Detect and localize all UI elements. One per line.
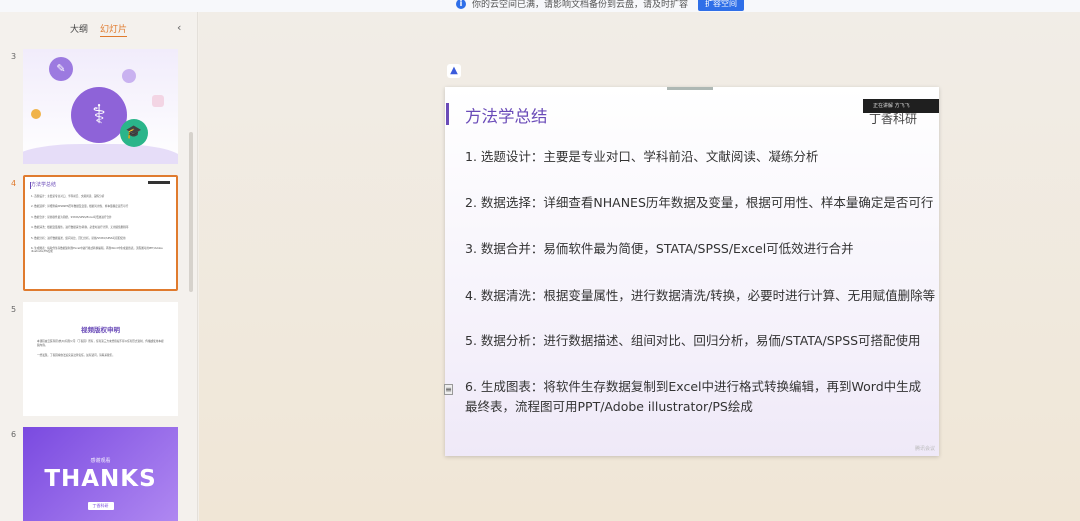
slide-number: 3 [11, 52, 17, 61]
title-accent [30, 182, 31, 189]
cloud-shape [23, 144, 178, 164]
magnifier-icon [122, 69, 136, 83]
thumb-subtitle: 感谢观看 [90, 458, 111, 464]
slide-thumbnail-3[interactable]: ✎ ⚕ 🎓 [23, 49, 178, 164]
thumb-line: 本课程由云医科研(杭州)有限公司（丁香园）所有，任何第三方未经授权不得以任何形式… [37, 340, 164, 347]
chevron-left-icon[interactable]: ‹ [177, 21, 181, 34]
slide-item: 2. 数据选择：详细查看NHANES历年数据及变量，根据可用性、样本量确定是否可… [465, 195, 934, 210]
slide-item: 4. 数据清洗：根据变量属性，进行数据清洗/转换，必要时进行计算、无用赋值删除等 [465, 288, 936, 303]
slide-item: 6. 生成图表：将软件生存数据复制到Excel中进行格式转换编辑，再到Word中… [465, 379, 922, 414]
slide-number: 6 [11, 430, 17, 439]
current-slide[interactable]: 方法学总结 正在讲解 方飞飞 丁香科研 1. 选题设计：主要是专业对口、学科前沿… [445, 87, 939, 456]
thumb-line: 6. 生成图表：将软件生存数据复制到Excel中进行格式转换编辑，再到Word中… [31, 247, 163, 254]
thanks-text: THANKS [44, 466, 157, 492]
expand-storage-button[interactable]: 扩容空间 [698, 0, 745, 11]
slide-thumbnail-6[interactable]: 感谢观看 THANKS 丁香科研 [23, 427, 178, 521]
notice-text: 你的云空间已满，请影响文档备份到云盘，请及时扩容 [472, 0, 689, 10]
watermark: 腾讯会议 [914, 446, 935, 452]
slide-thumbnail-4[interactable]: 方法学总结 1. 选题设计：主要是专业对口、学科前沿、文献阅读、凝练分析 2. … [23, 175, 178, 291]
slide-number: 4 [11, 179, 17, 188]
slide-thumbnail-5[interactable]: 视频版权申明 本课程由云医科研(杭州)有限公司（丁香园）所有，任何第三方未经授权… [23, 302, 178, 416]
slide-item: 1. 选题设计：主要是专业对口、学科前沿、文献阅读、凝练分析 [465, 149, 819, 164]
plus-icon [152, 95, 164, 107]
thumb-line: 1. 选题设计：主要是专业对口、学科前沿、文献阅读、凝练分析 [31, 195, 105, 198]
sidebar-tabs: 大纲 幻灯片 [70, 22, 128, 37]
thumb-line: 3. 数据合并：易侕软件最为简便，STATA/SPSS/Excel可低效进行合并 [31, 215, 112, 219]
stethoscope-icon: ⚕ [71, 87, 127, 143]
app-logo-icon: ▲ [447, 64, 461, 78]
tab-slides[interactable]: 幻灯片 [100, 22, 128, 37]
pen-icon: ✎ [49, 57, 73, 81]
sidebar-scrollbar[interactable] [189, 132, 193, 292]
slide-title: 方法学总结 [465, 107, 548, 126]
thumb-line: 4. 数据清洗：根据变量属性，进行数据清洗/转换，必要时进行计算、无用赋值删除等 [31, 226, 129, 230]
notice-bar: i 你的云空间已满，请影响文档备份到云盘，请及时扩容 扩容空间 [0, 0, 1080, 12]
thumb-line: 一经发现，丁香园将依法追究其法律责任。如有疑问，请联系我们。 [37, 354, 115, 357]
thumb-line: 5. 数据分析：进行数据描述、组间对比、回归分析，易侕/STATA/SPSS可搭… [31, 236, 126, 240]
slide-item: 5. 数据分析：进行数据描述、组间对比、回归分析，易侕/STATA/SPSS可搭… [465, 333, 921, 348]
slide-sidebar: 大纲 幻灯片 ‹ 3 ✎ ⚕ 🎓 4 方法学总结 1. 选题设计：主要是专业对口… [0, 12, 198, 521]
pill-icon [31, 109, 41, 119]
note-icon[interactable]: ≡ [444, 384, 453, 395]
presenter-badge [148, 181, 170, 184]
slide-item: 3. 数据合并：易侕软件最为简便，STATA/SPSS/Excel可低效进行合并 [465, 241, 854, 256]
tab-outline[interactable]: 大纲 [70, 22, 88, 37]
slide-number: 5 [11, 305, 17, 314]
slide-top-handle [667, 87, 713, 90]
brand-logo: 丁香科研 [869, 112, 918, 126]
brand-chip: 丁香科研 [87, 502, 114, 510]
info-icon: i [456, 0, 466, 9]
thumb-title: 视频版权申明 [81, 326, 120, 334]
graduation-cap-icon: 🎓 [120, 119, 148, 147]
title-accent [446, 103, 449, 125]
thumb-line: 2. 数据选择：详细查看NHANES历年数据及变量，根据可用性、样本量确定是否可… [31, 205, 129, 209]
